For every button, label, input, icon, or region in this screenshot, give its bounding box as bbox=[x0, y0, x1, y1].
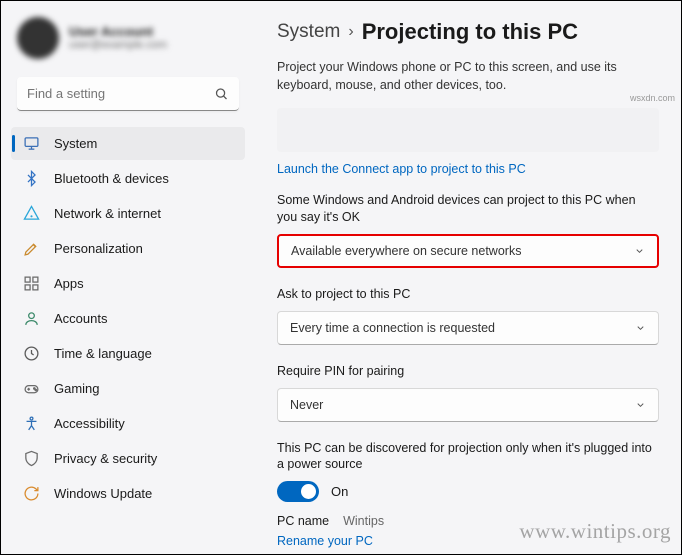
gaming-icon bbox=[23, 380, 40, 397]
profile-email: user@example.com bbox=[69, 39, 167, 52]
accounts-icon bbox=[23, 310, 40, 327]
profile-section[interactable]: User Account user@example.com bbox=[11, 11, 245, 73]
sidebar-item-personalization[interactable]: Personalization bbox=[11, 232, 245, 265]
chevron-down-icon bbox=[634, 245, 645, 256]
ask-project-value: Every time a connection is requested bbox=[290, 321, 495, 335]
sidebar-item-network[interactable]: Network & internet bbox=[11, 197, 245, 230]
nav-list: System Bluetooth & devices Network & inter… bbox=[11, 127, 245, 510]
breadcrumb-parent[interactable]: System bbox=[277, 21, 340, 43]
sidebar-item-label: Accounts bbox=[54, 311, 107, 326]
sidebar: User Account user@example.com System Blue… bbox=[1, 1, 249, 554]
sidebar-item-privacy[interactable]: Privacy & security bbox=[11, 442, 245, 475]
search-wrapper bbox=[17, 77, 239, 111]
setting-ask-label: Ask to project to this PC bbox=[277, 286, 659, 303]
launch-connect-link[interactable]: Launch the Connect app to project to thi… bbox=[277, 162, 659, 176]
ask-project-dropdown[interactable]: Every time a connection is requested bbox=[277, 311, 659, 345]
sidebar-item-label: Personalization bbox=[54, 241, 143, 256]
sidebar-item-bluetooth[interactable]: Bluetooth & devices bbox=[11, 162, 245, 195]
require-pin-value: Never bbox=[290, 398, 323, 412]
profile-name: User Account bbox=[69, 24, 167, 40]
rename-pc-link[interactable]: Rename your PC bbox=[277, 534, 373, 548]
page-description: Project your Windows phone or PC to this… bbox=[277, 59, 659, 94]
chevron-right-icon: › bbox=[348, 23, 353, 41]
accessibility-icon bbox=[23, 415, 40, 432]
sidebar-item-label: Accessibility bbox=[54, 416, 125, 431]
sidebar-item-accounts[interactable]: Accounts bbox=[11, 302, 245, 335]
setting-availability-label: Some Windows and Android devices can pro… bbox=[277, 192, 659, 226]
sidebar-item-gaming[interactable]: Gaming bbox=[11, 372, 245, 405]
update-icon bbox=[23, 485, 40, 502]
network-icon bbox=[23, 205, 40, 222]
sidebar-item-apps[interactable]: Apps bbox=[11, 267, 245, 300]
sidebar-item-label: Network & internet bbox=[54, 206, 161, 221]
sidebar-item-label: Time & language bbox=[54, 346, 152, 361]
sidebar-item-label: Privacy & security bbox=[54, 451, 157, 466]
sidebar-item-time[interactable]: Time & language bbox=[11, 337, 245, 370]
avatar bbox=[17, 17, 59, 59]
sidebar-item-label: System bbox=[54, 136, 97, 151]
sidebar-item-label: Windows Update bbox=[54, 486, 152, 501]
time-icon bbox=[23, 345, 40, 362]
search-input[interactable] bbox=[17, 77, 239, 111]
discover-toggle[interactable] bbox=[277, 481, 319, 502]
require-pin-dropdown[interactable]: Never bbox=[277, 388, 659, 422]
sidebar-item-label: Apps bbox=[54, 276, 84, 291]
info-banner bbox=[277, 108, 659, 152]
chevron-down-icon bbox=[635, 399, 646, 410]
discover-label: This PC can be discovered for projection… bbox=[277, 440, 659, 474]
discover-toggle-row: On bbox=[277, 481, 659, 502]
discover-toggle-label: On bbox=[331, 484, 348, 499]
availability-value: Available everywhere on secure networks bbox=[291, 244, 521, 258]
personalization-icon bbox=[23, 240, 40, 257]
privacy-icon bbox=[23, 450, 40, 467]
pc-name-label: PC name bbox=[277, 514, 329, 528]
setting-pin-label: Require PIN for pairing bbox=[277, 363, 659, 380]
search-icon bbox=[214, 87, 229, 102]
page-title: Projecting to this PC bbox=[362, 19, 578, 45]
sidebar-item-label: Gaming bbox=[54, 381, 100, 396]
pc-name-value: Wintips bbox=[343, 514, 384, 528]
sidebar-item-accessibility[interactable]: Accessibility bbox=[11, 407, 245, 440]
pc-name-row: PC name Wintips bbox=[277, 514, 659, 528]
sidebar-item-system[interactable]: System bbox=[11, 127, 245, 160]
apps-icon bbox=[23, 275, 40, 292]
availability-dropdown[interactable]: Available everywhere on secure networks bbox=[277, 234, 659, 268]
chevron-down-icon bbox=[635, 322, 646, 333]
sidebar-item-label: Bluetooth & devices bbox=[54, 171, 169, 186]
main-content: System › Projecting to this PC Project y… bbox=[249, 1, 681, 554]
sidebar-item-update[interactable]: Windows Update bbox=[11, 477, 245, 510]
bluetooth-icon bbox=[23, 170, 40, 187]
system-icon bbox=[23, 135, 40, 152]
breadcrumb: System › Projecting to this PC bbox=[277, 19, 659, 45]
